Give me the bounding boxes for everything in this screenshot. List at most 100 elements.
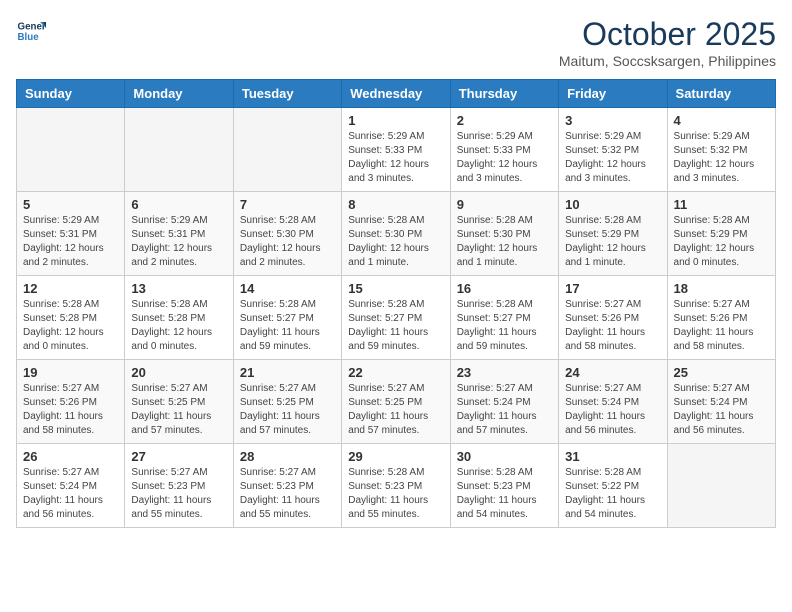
calendar-cell: 28 Sunrise: 5:27 AM Sunset: 5:23 PM Dayli… [233, 444, 341, 528]
day-info: Sunrise: 5:29 AM Sunset: 5:33 PM Dayligh… [348, 130, 443, 186]
day-number: 21 [240, 365, 335, 380]
calendar-cell: 2Sunrise: 5:29 AM Sunset: 5:33 PM Daylig… [450, 108, 558, 192]
day-number: 9 [457, 197, 552, 212]
day-number: 10 [565, 197, 660, 212]
day-number: 25 [674, 365, 769, 380]
day-number: 14 [240, 281, 335, 296]
day-info: Sunrise: 5:27 AM Sunset: 5:26 PM Dayligh… [23, 382, 118, 438]
day-info: Sunrise: 5:27 AM Sunset: 5:23 PM Dayligh… [240, 466, 335, 522]
day-number: 30 [457, 449, 552, 464]
day-info: Sunrise: 5:28 AM Sunset: 5:23 PM Dayligh… [348, 466, 443, 522]
day-info: Sunrise: 5:29 AM Sunset: 5:31 PM Dayligh… [23, 214, 118, 270]
day-number: 11 [674, 197, 769, 212]
day-number: 27 [131, 449, 226, 464]
day-number: 1 [348, 113, 443, 128]
calendar-cell: 21 Sunrise: 5:27 AM Sunset: 5:25 PM Dayli… [233, 360, 341, 444]
day-info: Sunrise: 5:27 AM Sunset: 5:24 PM Dayligh… [23, 466, 118, 522]
day-info: Sunrise: 5:27 AM Sunset: 5:24 PM Dayligh… [674, 382, 769, 438]
calendar-subtitle: Maitum, Soccsksargen, Philippines [559, 53, 776, 69]
day-number: 3 [565, 113, 660, 128]
day-info: Sunrise: 5:28 AM Sunset: 5:29 PM Dayligh… [565, 214, 660, 270]
calendar-cell: 17 Sunrise: 5:27 AM Sunset: 5:26 PM Dayli… [559, 276, 667, 360]
calendar-cell: 13 Sunrise: 5:28 AM Sunset: 5:28 PM Dayli… [125, 276, 233, 360]
day-number: 29 [348, 449, 443, 464]
day-info: Sunrise: 5:28 AM Sunset: 5:22 PM Dayligh… [565, 466, 660, 522]
day-number: 4 [674, 113, 769, 128]
day-number: 6 [131, 197, 226, 212]
day-info: Sunrise: 5:28 AM Sunset: 5:28 PM Dayligh… [23, 298, 118, 354]
day-number: 22 [348, 365, 443, 380]
header-row: Sunday Monday Tuesday Wednesday Thursday… [17, 80, 776, 108]
calendar-week-5: 26 Sunrise: 5:27 AM Sunset: 5:24 PM Dayli… [17, 444, 776, 528]
day-info: Sunrise: 5:28 AM Sunset: 5:30 PM Dayligh… [240, 214, 335, 270]
calendar-cell: 20Sunrise: 5:27 AM Sunset: 5:25 PM Dayli… [125, 360, 233, 444]
day-info: Sunrise: 5:29 AM Sunset: 5:31 PM Dayligh… [131, 214, 226, 270]
calendar-cell: 27Sunrise: 5:27 AM Sunset: 5:23 PM Dayli… [125, 444, 233, 528]
day-number: 26 [23, 449, 118, 464]
calendar-cell: 14Sunrise: 5:28 AM Sunset: 5:27 PM Dayli… [233, 276, 341, 360]
day-number: 31 [565, 449, 660, 464]
calendar-cell: 18Sunrise: 5:27 AM Sunset: 5:26 PM Dayli… [667, 276, 775, 360]
calendar-cell [667, 444, 775, 528]
day-info: Sunrise: 5:28 AM Sunset: 5:27 PM Dayligh… [348, 298, 443, 354]
calendar-table: Sunday Monday Tuesday Wednesday Thursday… [16, 79, 776, 528]
calendar-cell: 30 Sunrise: 5:28 AM Sunset: 5:23 PM Dayli… [450, 444, 558, 528]
calendar-cell: 16 Sunrise: 5:28 AM Sunset: 5:27 PM Dayli… [450, 276, 558, 360]
logo: General Blue [16, 16, 46, 46]
day-info: Sunrise: 5:27 AM Sunset: 5:26 PM Dayligh… [674, 298, 769, 354]
header-sunday: Sunday [17, 80, 125, 108]
day-info: Sunrise: 5:27 AM Sunset: 5:26 PM Dayligh… [565, 298, 660, 354]
day-info: Sunrise: 5:28 AM Sunset: 5:27 PM Dayligh… [457, 298, 552, 354]
day-info: Sunrise: 5:27 AM Sunset: 5:24 PM Dayligh… [565, 382, 660, 438]
calendar-cell [17, 108, 125, 192]
day-number: 8 [348, 197, 443, 212]
day-info: Sunrise: 5:28 AM Sunset: 5:29 PM Dayligh… [674, 214, 769, 270]
calendar-cell: 7 Sunrise: 5:28 AM Sunset: 5:30 PM Daylig… [233, 192, 341, 276]
day-number: 17 [565, 281, 660, 296]
calendar-cell: 5Sunrise: 5:29 AM Sunset: 5:31 PM Daylig… [17, 192, 125, 276]
calendar-cell: 6 Sunrise: 5:29 AM Sunset: 5:31 PM Daylig… [125, 192, 233, 276]
calendar-week-4: 19 Sunrise: 5:27 AM Sunset: 5:26 PM Dayli… [17, 360, 776, 444]
header-monday: Monday [125, 80, 233, 108]
day-info: Sunrise: 5:27 AM Sunset: 5:25 PM Dayligh… [240, 382, 335, 438]
calendar-week-3: 12 Sunrise: 5:28 AM Sunset: 5:28 PM Dayli… [17, 276, 776, 360]
day-number: 24 [565, 365, 660, 380]
calendar-cell: 24 Sunrise: 5:27 AM Sunset: 5:24 PM Dayli… [559, 360, 667, 444]
day-info: Sunrise: 5:29 AM Sunset: 5:32 PM Dayligh… [565, 130, 660, 186]
calendar-cell: 10 Sunrise: 5:28 AM Sunset: 5:29 PM Dayli… [559, 192, 667, 276]
calendar-cell: 23Sunrise: 5:27 AM Sunset: 5:24 PM Dayli… [450, 360, 558, 444]
day-number: 7 [240, 197, 335, 212]
day-number: 20 [131, 365, 226, 380]
calendar-cell: 3 Sunrise: 5:29 AM Sunset: 5:32 PM Daylig… [559, 108, 667, 192]
header-thursday: Thursday [450, 80, 558, 108]
calendar-cell: 15Sunrise: 5:28 AM Sunset: 5:27 PM Dayli… [342, 276, 450, 360]
calendar-cell: 9 Sunrise: 5:28 AM Sunset: 5:30 PM Daylig… [450, 192, 558, 276]
day-info: Sunrise: 5:28 AM Sunset: 5:23 PM Dayligh… [457, 466, 552, 522]
calendar-cell: 11 Sunrise: 5:28 AM Sunset: 5:29 PM Dayli… [667, 192, 775, 276]
page-header: General Blue October 2025 Maitum, Soccsk… [16, 16, 776, 69]
header-friday: Friday [559, 80, 667, 108]
day-info: Sunrise: 5:28 AM Sunset: 5:28 PM Dayligh… [131, 298, 226, 354]
logo-icon: General Blue [16, 16, 46, 46]
calendar-cell: 12 Sunrise: 5:28 AM Sunset: 5:28 PM Dayli… [17, 276, 125, 360]
calendar-cell: 31 Sunrise: 5:28 AM Sunset: 5:22 PM Dayli… [559, 444, 667, 528]
day-info: Sunrise: 5:28 AM Sunset: 5:30 PM Dayligh… [348, 214, 443, 270]
day-info: Sunrise: 5:29 AM Sunset: 5:32 PM Dayligh… [674, 130, 769, 186]
calendar-cell: 29 Sunrise: 5:28 AM Sunset: 5:23 PM Dayli… [342, 444, 450, 528]
header-saturday: Saturday [667, 80, 775, 108]
calendar-title: October 2025 [559, 16, 776, 53]
calendar-week-2: 5Sunrise: 5:29 AM Sunset: 5:31 PM Daylig… [17, 192, 776, 276]
day-number: 16 [457, 281, 552, 296]
calendar-cell: 26 Sunrise: 5:27 AM Sunset: 5:24 PM Dayli… [17, 444, 125, 528]
day-number: 19 [23, 365, 118, 380]
day-info: Sunrise: 5:28 AM Sunset: 5:30 PM Dayligh… [457, 214, 552, 270]
calendar-cell: 8 Sunrise: 5:28 AM Sunset: 5:30 PM Daylig… [342, 192, 450, 276]
calendar-cell: 19 Sunrise: 5:27 AM Sunset: 5:26 PM Dayli… [17, 360, 125, 444]
day-info: Sunrise: 5:27 AM Sunset: 5:24 PM Dayligh… [457, 382, 552, 438]
day-number: 28 [240, 449, 335, 464]
day-number: 13 [131, 281, 226, 296]
day-number: 12 [23, 281, 118, 296]
svg-text:Blue: Blue [18, 32, 40, 43]
calendar-week-1: 1 Sunrise: 5:29 AM Sunset: 5:33 PM Daylig… [17, 108, 776, 192]
header-wednesday: Wednesday [342, 80, 450, 108]
